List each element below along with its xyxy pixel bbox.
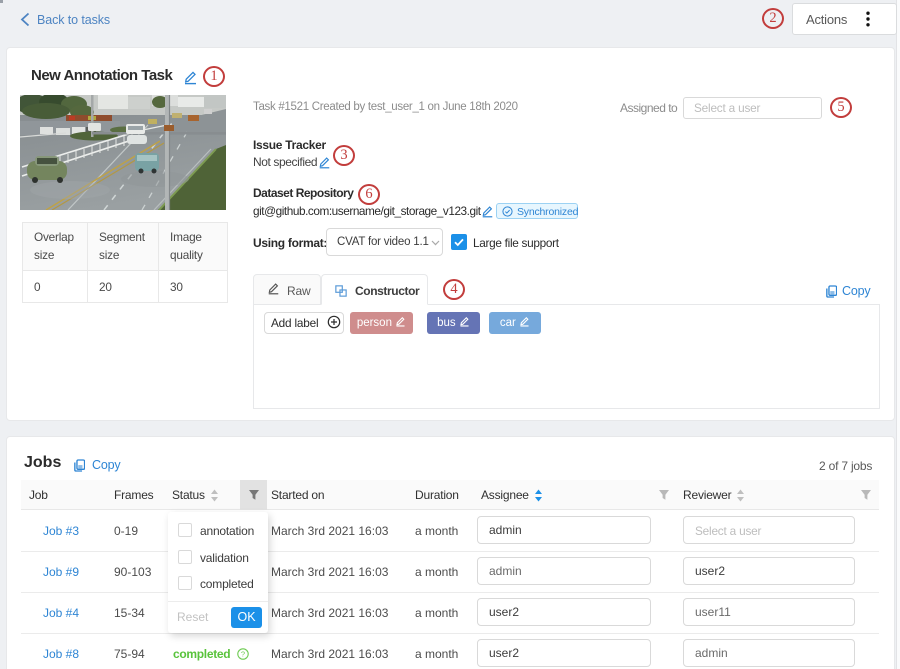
svg-text:?: ?	[241, 650, 245, 659]
